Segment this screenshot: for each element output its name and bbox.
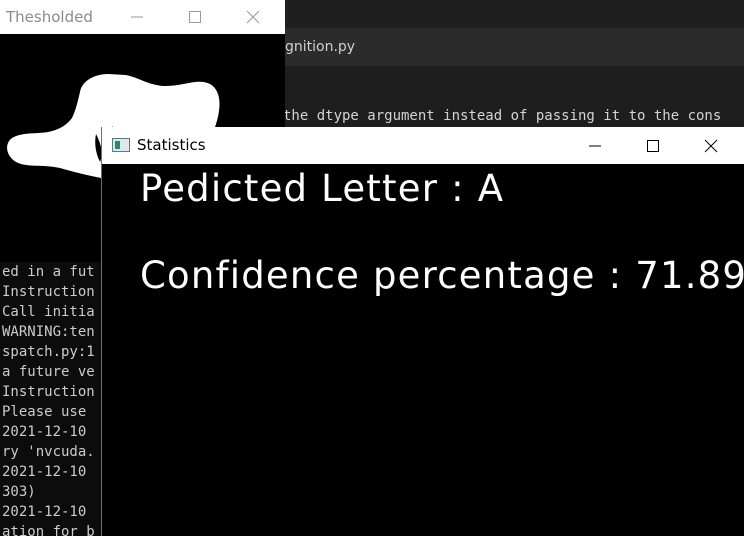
- thresholded-title: Thesholded: [6, 8, 93, 26]
- console-line: 2021-12-10: [2, 424, 87, 440]
- minimize-button[interactable]: [114, 0, 160, 34]
- statistics-title: Statistics: [137, 136, 206, 154]
- confidence-text: Confidence percentage : 71.89: [140, 254, 744, 297]
- statistics-canvas: Pedicted Letter : A Confidence percentag…: [102, 164, 744, 536]
- close-icon: [704, 139, 718, 152]
- editor-tab-bar: gnition.py: [283, 28, 744, 67]
- predicted-letter-text: Pedicted Letter : A: [140, 167, 505, 210]
- console-line: 2021-12-10: [2, 504, 87, 520]
- close-button[interactable]: [230, 0, 276, 34]
- thresholded-titlebar[interactable]: Thesholded: [0, 0, 285, 34]
- console-line: spatch.py:1: [2, 344, 95, 360]
- console-line: a future ve: [2, 364, 95, 380]
- close-button[interactable]: [688, 127, 734, 164]
- console-line: 2021-12-10: [2, 464, 87, 480]
- console-output: ed in a fut Instruction Call initia WARN…: [0, 262, 102, 536]
- app-window-icon: [112, 138, 130, 152]
- console-line: Instruction: [2, 384, 95, 400]
- console-line: ry 'nvcuda.: [2, 444, 95, 460]
- minimize-button[interactable]: [572, 127, 618, 164]
- minimize-icon: [589, 145, 601, 146]
- console-line: ed in a fut: [2, 264, 95, 280]
- maximize-icon: [189, 11, 201, 23]
- console-line: WARNING:ten: [2, 324, 95, 340]
- console-line: Call initia: [2, 304, 95, 320]
- statistics-titlebar[interactable]: Statistics: [102, 127, 744, 164]
- console-line: 303): [2, 484, 36, 500]
- statistics-window: Statistics Pedicted Letter : A Confidenc…: [101, 127, 744, 536]
- console-line: ation for b: [2, 524, 95, 536]
- maximize-icon: [647, 139, 659, 152]
- maximize-button[interactable]: [172, 0, 218, 34]
- console-line: Please use: [2, 404, 87, 420]
- code-line: the dtype argument instead of passing it…: [283, 108, 722, 124]
- close-icon: [246, 10, 260, 24]
- editor-tab-file[interactable]: gnition.py: [283, 28, 355, 66]
- minimize-icon: [131, 16, 143, 18]
- console-line: Instruction: [2, 284, 95, 300]
- maximize-button[interactable]: [630, 127, 676, 164]
